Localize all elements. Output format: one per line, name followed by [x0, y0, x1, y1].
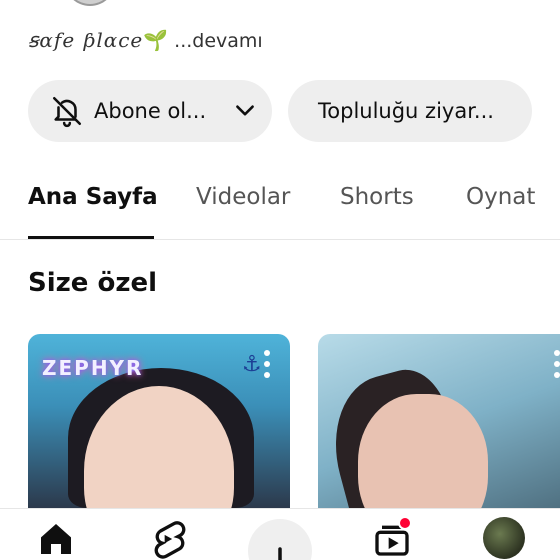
- home-icon[interactable]: [36, 519, 76, 559]
- notification-dot: [398, 516, 412, 530]
- visit-community-label: Topluluğu ziyar...: [318, 99, 494, 123]
- thumbnail-watermark: ZEPHYR: [42, 356, 144, 380]
- tab-playlists[interactable]: Oynat: [466, 184, 535, 210]
- channel-tabs: Ana Sayfa Videolar Shorts Oynat: [0, 170, 560, 240]
- chevron-down-icon: [236, 105, 255, 116]
- description-text: ꞩɑfe ƥlɑce: [28, 28, 144, 52]
- channel-avatar[interactable]: [64, 0, 116, 6]
- tab-shorts[interactable]: Shorts: [340, 184, 414, 210]
- subscribe-label: Abone ol...: [94, 99, 207, 123]
- active-tab-indicator: [28, 236, 154, 239]
- bell-off-icon: [52, 96, 82, 128]
- tab-home[interactable]: Ana Sayfa: [28, 184, 158, 210]
- tab-videos[interactable]: Videolar: [196, 184, 290, 210]
- anchor-icon: ⚓: [242, 352, 262, 377]
- seedling-emoji: 🌱: [143, 28, 169, 52]
- shorts-icon[interactable]: [148, 519, 188, 559]
- plus-icon: [278, 547, 282, 560]
- visit-community-button[interactable]: Topluluğu ziyar...: [288, 80, 532, 142]
- subscribe-button[interactable]: Abone ol...: [28, 80, 272, 142]
- section-title: Size özel: [28, 268, 157, 298]
- more-options-icon[interactable]: [554, 350, 560, 378]
- short-thumbnail[interactable]: ZEPHYR ⚓: [28, 334, 290, 514]
- bottom-navigation: [0, 508, 560, 560]
- description-more-link[interactable]: ...devamı: [174, 30, 263, 52]
- more-options-icon[interactable]: [264, 350, 270, 378]
- channel-description[interactable]: ꞩɑfe ƥlɑce🌱 ...devamı: [28, 28, 263, 52]
- profile-avatar[interactable]: [483, 517, 525, 559]
- short-thumbnail[interactable]: [318, 334, 560, 514]
- create-button[interactable]: [248, 519, 312, 560]
